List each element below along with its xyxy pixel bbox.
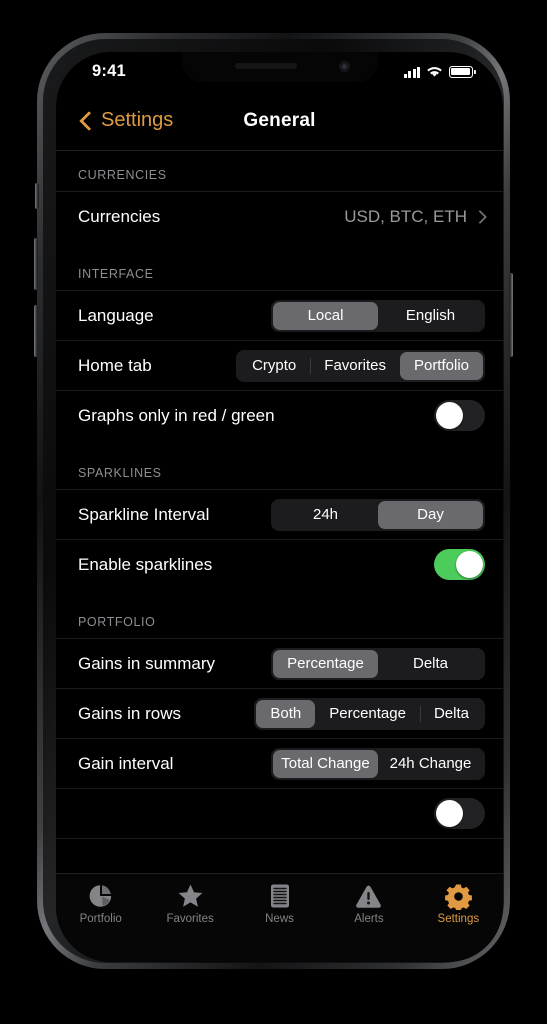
row-label: Graphs only in red / green	[78, 405, 275, 425]
segment-percentage[interactable]: Percentage	[273, 649, 378, 678]
mute-switch[interactable]	[35, 183, 39, 209]
row-home-tab[interactable]: Home tab Crypto Favorites Portfolio	[56, 340, 503, 390]
front-camera-icon	[338, 61, 350, 72]
row-label: Sparkline Interval	[78, 504, 210, 524]
row-label: Currencies	[78, 206, 161, 226]
navigation-bar: Settings General	[56, 96, 503, 151]
row-label: Enable sparklines	[78, 554, 213, 574]
tab-label: Favorites	[166, 913, 214, 925]
section-header-portfolio: PORTFOLIO	[78, 615, 156, 629]
section-header-sparklines: SPARKLINES	[78, 466, 162, 480]
tab-settings[interactable]: Settings	[414, 874, 503, 962]
gain-interval-segmented-control[interactable]: Total Change 24h Change	[271, 747, 485, 780]
language-segmented-control[interactable]: Local English	[271, 299, 485, 332]
row-sparkline-interval[interactable]: Sparkline Interval 24h Day	[56, 489, 503, 539]
segment-crypto[interactable]: Crypto	[238, 352, 310, 380]
segment-local[interactable]: Local	[273, 301, 378, 330]
row-label: Language	[78, 305, 154, 325]
row-value: USD, BTC, ETH	[344, 206, 467, 226]
section-header-interface: INTERFACE	[78, 267, 154, 281]
row-label: Gain interval	[78, 753, 174, 773]
volume-up-button[interactable]	[34, 238, 38, 290]
tab-label: Settings	[437, 913, 480, 925]
row-graphs-red-green[interactable]: Graphs only in red / green	[56, 390, 503, 440]
row-label: Gains in summary	[78, 653, 215, 673]
earpiece-speaker	[234, 63, 297, 69]
volume-down-button[interactable]	[34, 305, 38, 357]
toggle-knob	[436, 402, 463, 429]
section-header-currencies: CURRENCIES	[78, 168, 167, 182]
row-partially-visible[interactable]	[56, 788, 503, 839]
row-label: Home tab	[78, 355, 152, 375]
device-inner-bezel: 9:41 Settings General CURRENCIES Currenc…	[43, 39, 504, 963]
tab-label: Alerts	[354, 913, 384, 925]
segment-24h[interactable]: 24h	[273, 501, 378, 529]
graphs-red-green-toggle[interactable]	[434, 400, 485, 431]
row-enable-sparklines[interactable]: Enable sparklines	[56, 539, 503, 589]
tab-favorites[interactable]: Favorites	[145, 874, 234, 962]
star-icon	[176, 882, 204, 910]
settings-list[interactable]: CURRENCIES Currencies USD, BTC, ETH INTE…	[56, 150, 503, 874]
chevron-right-icon	[472, 209, 488, 224]
segment-day[interactable]: Day	[378, 500, 483, 529]
enable-sparklines-toggle[interactable]	[434, 549, 485, 580]
row-gain-interval[interactable]: Gain interval Total Change 24h Change	[56, 738, 503, 788]
home-tab-segmented-control[interactable]: Crypto Favorites Portfolio	[236, 349, 485, 382]
segment-both[interactable]: Both	[256, 699, 316, 728]
segment-portfolio[interactable]: Portfolio	[399, 351, 483, 380]
page-title: General	[243, 110, 316, 131]
row-language[interactable]: Language Local English	[56, 290, 503, 340]
gains-in-rows-segmented-control[interactable]: Both Percentage Delta	[254, 697, 485, 730]
segment-percentage[interactable]: Percentage	[315, 700, 420, 728]
row-label: Gains in rows	[78, 703, 181, 723]
tab-bar[interactable]: Portfolio Favorites News Alerts Settings	[56, 873, 503, 962]
toggle-knob	[456, 551, 483, 578]
segment-delta[interactable]: Delta	[419, 700, 483, 728]
row-gains-in-rows[interactable]: Gains in rows Both Percentage Delta	[56, 688, 503, 738]
toggle-knob	[436, 800, 463, 827]
gear-icon	[444, 882, 472, 910]
gains-in-summary-segmented-control[interactable]: Percentage Delta	[271, 647, 485, 680]
partially-visible-toggle[interactable]	[434, 798, 485, 829]
battery-icon	[449, 66, 476, 78]
pie-chart-icon	[87, 882, 115, 910]
segment-english[interactable]: English	[378, 302, 483, 330]
row-gains-in-summary[interactable]: Gains in summary Percentage Delta	[56, 638, 503, 688]
device-screen: 9:41 Settings General CURRENCIES Currenc…	[56, 52, 503, 962]
segment-delta[interactable]: Delta	[378, 650, 483, 678]
iphone-device-frame: 9:41 Settings General CURRENCIES Currenc…	[34, 33, 513, 969]
segment-total-change[interactable]: Total Change	[273, 749, 378, 778]
sparkline-interval-segmented-control[interactable]: 24h Day	[271, 498, 485, 531]
wifi-icon	[427, 67, 442, 77]
document-icon	[266, 882, 294, 910]
tab-label: News	[265, 913, 294, 925]
tab-news[interactable]: News	[235, 874, 324, 962]
segment-24h-change[interactable]: 24h Change	[378, 750, 483, 778]
cellular-signal-icon	[403, 66, 420, 78]
row-currencies[interactable]: Currencies USD, BTC, ETH	[56, 191, 503, 241]
segment-favorites[interactable]: Favorites	[310, 352, 400, 380]
status-time: 9:41	[92, 62, 126, 80]
tab-alerts[interactable]: Alerts	[324, 874, 413, 962]
notch	[181, 52, 378, 82]
tab-label: Portfolio	[79, 913, 122, 925]
warning-triangle-icon	[355, 882, 383, 910]
tab-portfolio[interactable]: Portfolio	[56, 874, 145, 962]
status-indicators	[403, 66, 476, 78]
power-button[interactable]	[509, 273, 513, 357]
